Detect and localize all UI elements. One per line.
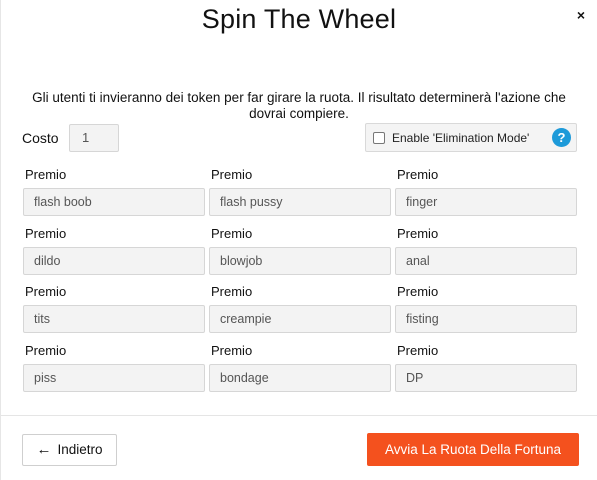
prize-input[interactable]: flash boob [23,188,205,216]
prize-label: Premio [25,342,67,358]
description-text: Gli utenti ti invieranno dei token per f… [32,90,566,121]
prize-row: Premio dildo Premio blowjob Premio anal [23,226,577,285]
prize-item: Premio bondage [209,343,391,392]
prize-input[interactable]: fisting [395,305,577,333]
prize-item: Premio flash pussy [209,167,391,216]
prize-label: Premio [211,342,253,358]
prize-input[interactable]: anal [395,246,577,275]
arrow-left-icon: ← [36,441,52,458]
prize-item: Premio finger [395,167,577,216]
prize-input[interactable]: creampie [209,305,391,333]
prize-row: Premio piss Premio bondage Premio DP [23,343,577,402]
prize-input[interactable]: flash pussy [209,188,391,216]
prize-label: Premio [25,225,67,241]
prize-label: Premio [397,167,439,182]
prize-row: Premio flash boob Premio flash pussy Pre… [23,167,577,226]
prize-item: Premio anal [395,226,577,275]
prize-input[interactable]: tits [23,305,205,333]
prize-item: Premio flash boob [23,167,205,216]
prize-item: Premio creampie [209,284,391,333]
elimination-mode-toggle[interactable]: Enable 'Elimination Mode' ? [365,123,577,152]
prize-grid: Premio flash boob Premio flash pussy Pre… [23,167,577,401]
prize-item: Premio piss [23,343,205,392]
prize-item: Premio tits [23,284,205,333]
cost-input[interactable]: 1 [69,124,119,152]
prize-label: Premio [211,225,253,241]
prize-item: Premio dildo [23,226,205,275]
cost-label: Costo [22,130,59,146]
close-icon[interactable]: × [577,7,585,23]
prize-input[interactable]: finger [395,188,577,216]
back-button[interactable]: ← Indietro [22,434,117,466]
spin-wheel-modal: Spin The Wheel × Gli utenti ti invierann… [0,0,597,480]
footer-divider [1,415,597,416]
elimination-mode-checkbox[interactable] [373,132,385,144]
help-icon[interactable]: ? [552,128,571,147]
prize-input[interactable]: blowjob [209,246,391,275]
start-wheel-button[interactable]: Avvia La Ruota Della Fortuna [367,433,579,466]
prize-label: Premio [397,284,439,299]
modal-title: Spin The Wheel [201,4,397,34]
prize-input[interactable]: dildo [23,246,205,275]
prize-label: Premio [25,284,67,299]
back-button-label: Indietro [57,442,103,457]
prize-input[interactable]: piss [23,363,205,392]
prize-input[interactable]: DP [395,363,577,392]
prize-row: Premio tits Premio creampie Premio fisti… [23,284,577,343]
prize-label: Premio [25,167,67,182]
prize-label: Premio [211,284,253,299]
prize-item: Premio fisting [395,284,577,333]
elimination-mode-label: Enable 'Elimination Mode' [392,131,530,145]
prize-input[interactable]: bondage [209,363,391,392]
prize-label: Premio [397,342,439,358]
prize-item: Premio DP [395,343,577,392]
prize-item: Premio blowjob [209,226,391,275]
prize-label: Premio [211,167,253,182]
prize-label: Premio [397,225,439,241]
